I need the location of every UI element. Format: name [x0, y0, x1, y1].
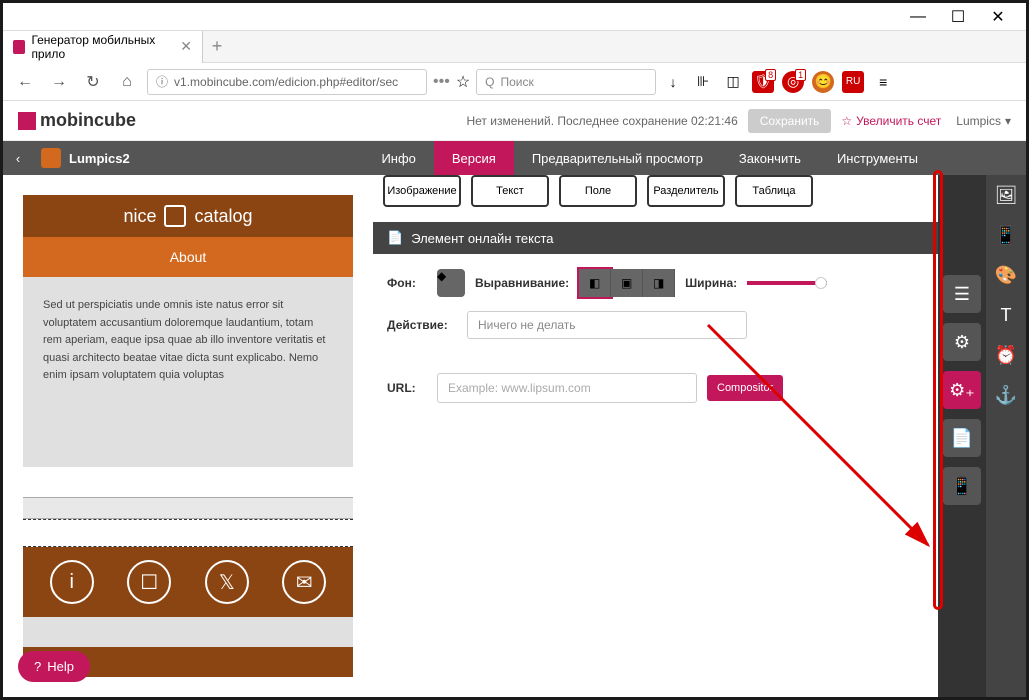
sidebar-icon[interactable]: ◫	[722, 71, 744, 93]
mock-header: nice catalog	[23, 195, 353, 237]
device-tool-icon[interactable]: 📱	[986, 215, 1026, 255]
info-icon: ⓘ	[156, 73, 168, 90]
url-label: URL:	[387, 381, 427, 395]
advanced-tool-button[interactable]: ⚙₊	[943, 371, 981, 409]
url-field[interactable]: Example: www.lipsum.com	[437, 373, 697, 403]
section-header: 📄 Элемент онлайн текста	[373, 222, 1026, 254]
chevron-down-icon: ▾	[1005, 114, 1011, 128]
reload-button[interactable]: ↻	[79, 68, 107, 96]
action-dropdown[interactable]: Ничего не делать	[467, 311, 747, 339]
width-label: Ширина:	[685, 276, 737, 290]
align-center-button[interactable]: ▣	[611, 269, 643, 297]
nav-tab-version[interactable]: Версия	[434, 141, 514, 175]
logo[interactable]: mobincube	[18, 110, 136, 131]
info-icon[interactable]: i	[50, 560, 94, 604]
align-right-button[interactable]: ◨	[643, 269, 675, 297]
home-button[interactable]: ⌂	[113, 68, 141, 96]
library-icon[interactable]: ⊪	[692, 71, 714, 93]
search-input[interactable]: Q Поиск	[476, 69, 656, 95]
image-tool-icon[interactable]: 🖼	[986, 175, 1026, 215]
maximize-button[interactable]: ☐	[938, 3, 978, 31]
ext-icon[interactable]: 😊	[812, 71, 834, 93]
mock-logo-icon	[164, 205, 186, 227]
save-status: Нет изменений. Последнее сохранение 02:2…	[136, 114, 748, 128]
book-icon[interactable]: ☐	[127, 560, 171, 604]
logo-icon	[18, 112, 36, 130]
back-button[interactable]: ←	[11, 68, 39, 96]
user-menu[interactable]: Lumpics ▾	[956, 114, 1011, 128]
phone-preview: nice catalog About Sed ut perspiciatis u…	[23, 195, 353, 677]
favicon-icon	[13, 40, 25, 54]
menu-icon[interactable]: ≡	[872, 71, 894, 93]
align-left-button[interactable]: ◧	[579, 269, 611, 297]
tab-title: Генератор мобильных прило	[31, 33, 174, 61]
mock-about: About	[23, 237, 353, 277]
search-placeholder: Поиск	[501, 75, 534, 89]
element-image-button[interactable]: Изображение	[383, 175, 461, 207]
mock-body: Sed ut perspiciatis unde omnis iste natu…	[23, 277, 353, 467]
right-toolbar: 🖼 📱 🎨 T ⏰ ⚓	[986, 175, 1026, 697]
element-table-button[interactable]: Таблица	[735, 175, 813, 207]
nav-tab-finish[interactable]: Закончить	[721, 141, 819, 175]
download-icon[interactable]: ↓	[662, 71, 684, 93]
shield-icon[interactable]: 🛡8	[752, 71, 774, 93]
document-tool-button[interactable]: 📄	[943, 419, 981, 457]
text-tool-icon[interactable]: T	[986, 295, 1026, 335]
anchor-tool-icon[interactable]: ⚓	[986, 375, 1026, 415]
logo-text: mobincube	[40, 110, 136, 131]
lang-icon[interactable]: RU	[842, 71, 864, 93]
close-button[interactable]: ✕	[978, 3, 1018, 31]
app-icon	[41, 148, 61, 168]
browser-tab[interactable]: Генератор мобильных прило ✕	[3, 31, 203, 63]
star-icon: ☆	[841, 114, 852, 128]
width-slider[interactable]	[747, 281, 827, 285]
bg-color-button[interactable]: ◆	[437, 269, 465, 297]
save-button[interactable]: Сохранить	[748, 109, 832, 133]
star-icon[interactable]: ☆	[456, 72, 470, 92]
settings-tool-button[interactable]: ⚙	[943, 323, 981, 361]
list-tool-button[interactable]: ☰	[943, 275, 981, 313]
help-icon: ?	[34, 659, 41, 674]
tab-bar: Генератор мобильных прило ✕ +	[3, 31, 1026, 63]
action-label: Действие:	[387, 318, 457, 332]
minimize-button[interactable]: —	[898, 3, 938, 31]
upgrade-link[interactable]: ☆ Увеличить счет	[841, 114, 941, 128]
element-field-button[interactable]: Поле	[559, 175, 637, 207]
bg-label: Фон:	[387, 276, 427, 290]
align-label: Выравнивание:	[475, 276, 569, 290]
nav-tab-tools[interactable]: Инструменты	[819, 141, 936, 175]
new-tab-button[interactable]: +	[203, 36, 231, 57]
tab-close-icon[interactable]: ✕	[180, 38, 192, 55]
ring-icon[interactable]: ◎1	[782, 71, 804, 93]
twitter-icon[interactable]: 𝕏	[205, 560, 249, 604]
forward-button[interactable]: →	[45, 68, 73, 96]
mock-footer: i ☐ 𝕏 ✉	[23, 547, 353, 617]
mock-divider[interactable]	[23, 497, 353, 519]
mobile-tool-button[interactable]: 📱	[943, 467, 981, 505]
section-icon: 📄	[387, 230, 403, 246]
element-text-button[interactable]: Текст	[471, 175, 549, 207]
app-name: Lumpics2	[69, 151, 209, 166]
element-divider-button[interactable]: Разделитель	[647, 175, 725, 207]
nav-tab-preview[interactable]: Предварительный просмотр	[514, 141, 721, 175]
help-button[interactable]: ? Help	[18, 651, 90, 682]
url-input[interactable]: ⓘ v1.mobincube.com/edicion.php#editor/se…	[147, 69, 427, 95]
search-icon: Q	[485, 75, 494, 89]
compositor-button[interactable]: Compositor	[707, 375, 783, 401]
nav-tab-info[interactable]: Инфо	[363, 141, 433, 175]
palette-tool-icon[interactable]: 🎨	[986, 255, 1026, 295]
nav-back-button[interactable]: ‹	[3, 151, 33, 166]
clock-tool-icon[interactable]: ⏰	[986, 335, 1026, 375]
mail-icon[interactable]: ✉	[282, 560, 326, 604]
mock-selected-element[interactable]	[23, 519, 353, 547]
mid-toolbar: ☰ ⚙ ⚙₊ 📄 📱	[938, 175, 986, 697]
url-text: v1.mobincube.com/edicion.php#editor/sec	[174, 75, 398, 89]
